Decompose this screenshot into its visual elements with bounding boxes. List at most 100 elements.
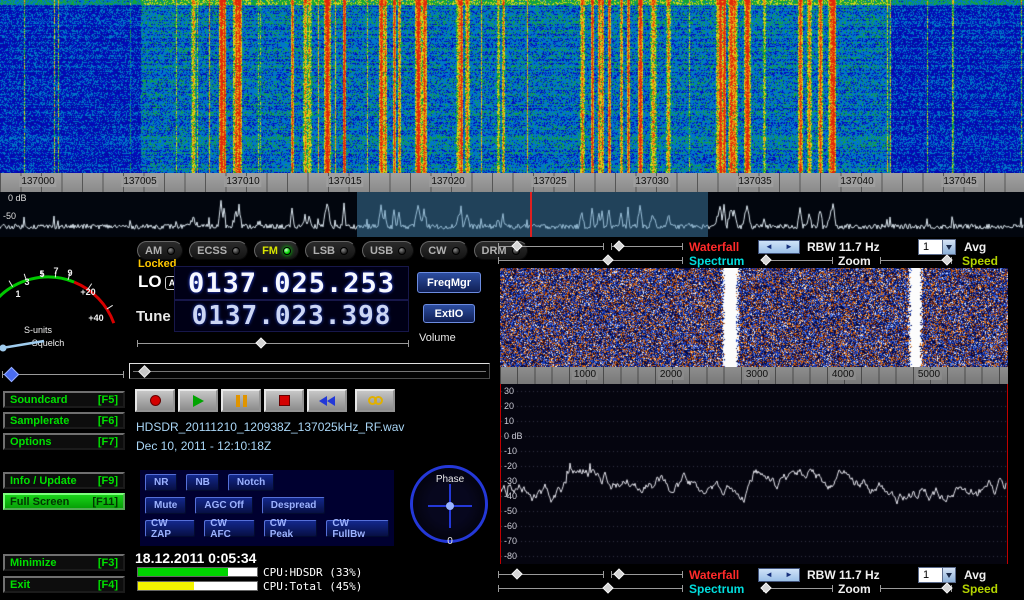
shift-left-icon[interactable]: ◄ xyxy=(765,571,773,579)
slider-thumb[interactable] xyxy=(138,365,151,378)
shift-right-icon[interactable]: ► xyxy=(785,571,793,579)
shift-left-icon[interactable]: ◄ xyxy=(765,243,773,251)
lo-frequency-display[interactable]: 0137.025.253 xyxy=(174,266,409,300)
main-waterfall-display[interactable] xyxy=(0,0,1024,173)
avg-select-bottom[interactable]: 1 xyxy=(918,567,956,583)
rewind-button[interactable] xyxy=(307,389,347,412)
rbw-label-bottom: RBW 11.7 Hz xyxy=(807,568,880,582)
spectrum-range-slider[interactable] xyxy=(498,254,683,267)
slider-thumb[interactable] xyxy=(511,240,522,251)
ruler-tick-label: 137035 xyxy=(736,176,773,187)
squelch-slider[interactable] xyxy=(2,368,124,381)
options-button[interactable]: Options [F7] xyxy=(3,433,125,450)
soundcard-button[interactable]: Soundcard [F5] xyxy=(3,391,125,408)
waterfall-contrast-slider[interactable] xyxy=(611,240,683,253)
waterfall-shift-arrows-bottom[interactable]: ◄ ► xyxy=(758,568,800,582)
phase-indicator[interactable]: Phase 0 xyxy=(408,461,492,549)
cw-peak-button[interactable]: CW Peak xyxy=(264,520,318,537)
slider-thumb[interactable] xyxy=(3,367,19,383)
audio-spectrum-display[interactable]: 30 20 10 0 dB -10 -20 -30 -40 -50 -60 -7… xyxy=(500,384,1008,564)
hdsdr-app: 137000 137005 137010 137015 137020 13702… xyxy=(0,0,1024,600)
avg-select[interactable]: 1 xyxy=(918,239,956,255)
waterfall-brightness-slider-bottom[interactable] xyxy=(498,568,604,581)
main-spectrum-display[interactable]: 0 dB -50 xyxy=(0,192,1024,237)
minimize-button[interactable]: Minimize [F3] xyxy=(3,554,125,571)
freqmgr-button[interactable]: FreqMgr xyxy=(417,272,481,293)
despread-button[interactable]: Despread xyxy=(262,497,326,514)
tune-frequency-display[interactable]: 0137.023.398 xyxy=(174,300,409,332)
speed-slider-bottom[interactable] xyxy=(880,582,952,595)
cpu-hdsdr-bar-fill xyxy=(138,568,228,576)
agc-button[interactable]: AGC Off xyxy=(195,497,252,514)
waterfall-shift-arrows[interactable]: ◄ ► xyxy=(758,240,800,254)
nb-button[interactable]: NB xyxy=(186,474,218,491)
s-meter-needle-hub xyxy=(0,345,7,352)
cw-zap-button[interactable]: CW ZAP xyxy=(145,520,195,537)
waterfall-brightness-slider[interactable] xyxy=(498,240,604,253)
exit-button-label: Exit xyxy=(10,579,30,591)
zoom-slider[interactable] xyxy=(763,254,833,267)
ruler-tick-label: 137005 xyxy=(121,176,158,187)
s-meter-label-1: 1 xyxy=(15,289,20,299)
nr-button[interactable]: NR xyxy=(145,474,177,491)
s-meter-label-7: 7 xyxy=(53,266,58,276)
mode-lsb-button[interactable]: LSB xyxy=(305,241,356,260)
slider-thumb[interactable] xyxy=(511,568,522,579)
record-button[interactable] xyxy=(135,389,175,412)
mode-cw-button[interactable]: CW xyxy=(420,241,467,260)
ruler-tick-label: 137010 xyxy=(224,176,261,187)
mode-usb-led-icon xyxy=(398,247,406,255)
audio-waterfall-display[interactable] xyxy=(500,268,1008,367)
rbw-label: RBW 11.7 Hz xyxy=(807,240,880,254)
cw-afc-button[interactable]: CW AFC xyxy=(204,520,254,537)
exit-button-key: [F4] xyxy=(98,579,118,591)
stop-button[interactable] xyxy=(264,389,304,412)
mode-button-row: AM ECSS FM LSB USB CW DRM xyxy=(137,241,528,260)
mute-button[interactable]: Mute xyxy=(145,497,186,514)
recording-filename: HDSDR_20111210_120938Z_137025kHz_RF.wav xyxy=(136,420,404,434)
slider-thumb[interactable] xyxy=(613,568,624,579)
waterfall-contrast-slider-bottom[interactable] xyxy=(611,568,683,581)
slider-thumb[interactable] xyxy=(613,240,624,251)
cw-fullbw-button[interactable]: CW FullBw xyxy=(326,520,389,537)
mode-fm-button[interactable]: FM xyxy=(254,241,299,260)
play-button[interactable] xyxy=(178,389,218,412)
right-top-control-bar: Waterfall ◄ ► RBW 11.7 Hz 1 Avg Spectrum… xyxy=(495,239,1024,269)
slider-track xyxy=(133,371,486,372)
mode-ecss-button[interactable]: ECSS xyxy=(189,241,248,260)
fullscreen-button[interactable]: Full Screen [F11] xyxy=(3,493,125,510)
samplerate-button[interactable]: Samplerate [F6] xyxy=(3,412,125,429)
avg-label-bottom: Avg xyxy=(964,568,986,582)
chevron-down-icon[interactable] xyxy=(942,240,955,254)
passband-highlight[interactable] xyxy=(357,192,708,237)
zoom-slider-bottom[interactable] xyxy=(763,582,833,595)
speed-slider[interactable] xyxy=(880,254,952,267)
volume-slider[interactable] xyxy=(137,337,409,350)
right-ruler-tick-label: 2000 xyxy=(658,369,684,380)
slider-thumb[interactable] xyxy=(255,337,266,348)
mode-usb-button[interactable]: USB xyxy=(362,241,414,260)
locked-label: Locked xyxy=(138,258,177,270)
loop-button[interactable] xyxy=(355,389,395,412)
record-icon xyxy=(150,395,161,406)
right-bottom-control-bar: Waterfall ◄ ► RBW 11.7 Hz 1 Avg Spectrum… xyxy=(495,567,1024,597)
slider-thumb[interactable] xyxy=(602,582,613,593)
main-frequency-ruler[interactable]: 137000 137005 137010 137015 137020 13702… xyxy=(0,173,1024,192)
notch-button[interactable]: Notch xyxy=(228,474,274,491)
minimize-button-label: Minimize xyxy=(10,557,56,569)
spectrum-range-slider-bottom[interactable] xyxy=(498,582,683,595)
shift-right-icon[interactable]: ► xyxy=(785,243,793,251)
mode-fm-led-icon xyxy=(283,247,291,255)
minimize-button-key: [F3] xyxy=(98,557,118,569)
db-scale-label: 10 xyxy=(504,414,514,429)
tuning-bar[interactable] xyxy=(129,363,490,379)
audio-frequency-ruler[interactable]: 1000 2000 3000 4000 5000 xyxy=(500,367,1008,384)
info-update-button[interactable]: Info / Update [F9] xyxy=(3,472,125,489)
slider-thumb[interactable] xyxy=(602,254,613,265)
chevron-down-icon[interactable] xyxy=(942,568,955,582)
pause-button[interactable] xyxy=(221,389,261,412)
extio-button[interactable]: ExtIO xyxy=(423,304,475,323)
right-ruler-tick-label: 3000 xyxy=(744,369,770,380)
db-scale-label: -10 xyxy=(504,444,517,459)
exit-button[interactable]: Exit [F4] xyxy=(3,576,125,593)
